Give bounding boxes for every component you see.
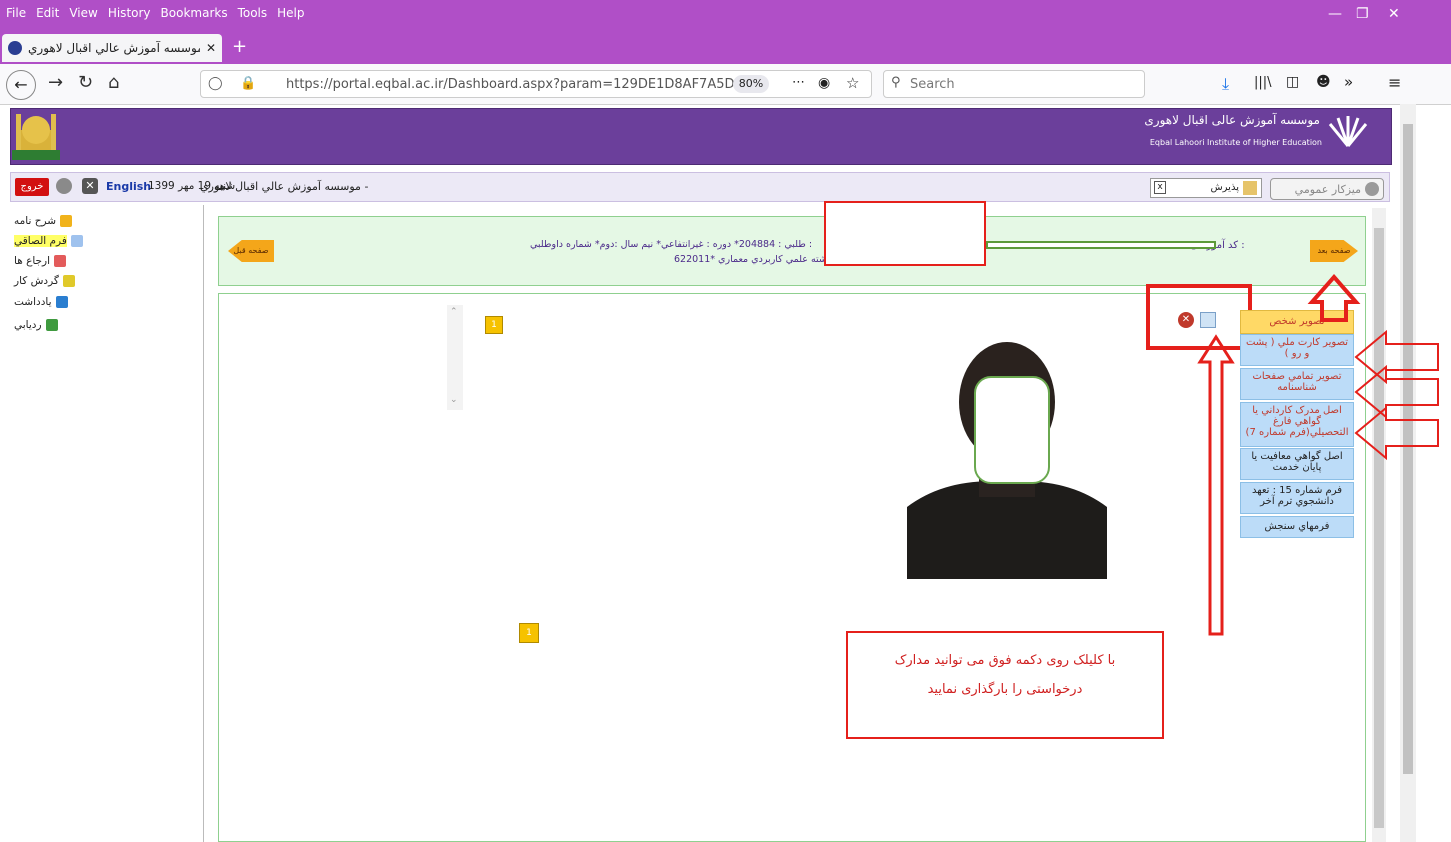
- back-button[interactable]: ←: [6, 70, 36, 100]
- nav-item-workflow[interactable]: گردش کار: [14, 272, 194, 289]
- redaction-red-box: [824, 201, 986, 266]
- maximize-button[interactable]: ❐: [1356, 6, 1369, 22]
- menu-history[interactable]: History: [108, 6, 151, 20]
- tab-title: موسسه آموزش عالي اقبال لاهوري: [28, 41, 200, 55]
- institute-name-fa: موسسه آموزش عالی اقبال لاهوری: [1144, 113, 1320, 127]
- bookmark-star-icon[interactable]: ☆: [846, 74, 859, 92]
- desk-label: ميزكار عمومي: [1294, 183, 1361, 196]
- menu-edit[interactable]: Edit: [36, 6, 59, 20]
- nav-item-tracking[interactable]: رديابي: [14, 316, 194, 333]
- forward-button[interactable]: →: [48, 72, 63, 93]
- receive-selector[interactable]: x پذيرش: [1150, 178, 1262, 198]
- download-icon[interactable]: ⤓: [1222, 74, 1229, 94]
- referrals-icon: [54, 254, 67, 267]
- tracking-icon: [45, 318, 58, 331]
- prev-page-label: صفحه قبل: [233, 246, 269, 255]
- minimize-button[interactable]: —: [1328, 6, 1342, 22]
- callout-line-1: با کلیلک روی دکمه فوق می توانید مدارک: [894, 653, 1116, 668]
- attached-forms-icon: [70, 234, 83, 247]
- annotation-arrows: [1197, 273, 1439, 636]
- site-name-label: موسسه آموزش عالي اقبال لاهوري -: [200, 180, 369, 193]
- refresh-icon[interactable]: [56, 178, 72, 194]
- page-actions-icon[interactable]: ⋯: [792, 75, 805, 90]
- desk-selector[interactable]: ميزكار عمومي: [1270, 178, 1384, 200]
- menu-file[interactable]: File: [6, 6, 26, 20]
- next-page-label: صفحه بعد: [1317, 246, 1351, 255]
- callout-line-2: درخواستی را بارگذاری نمایید: [927, 682, 1083, 697]
- nav-item-notes[interactable]: يادداشت: [14, 293, 194, 310]
- nav-item-label: شرح نامه: [14, 214, 57, 227]
- scroll-down-icon[interactable]: ⌄: [450, 395, 458, 405]
- institute-name-en: Eqbal Lahoori Institute of Higher Educat…: [1149, 138, 1322, 147]
- reload-button[interactable]: ↻: [78, 72, 93, 93]
- overflow-icon[interactable]: »: [1344, 73, 1353, 91]
- redaction-green-box: [986, 241, 1216, 249]
- nav-item-label: فرم الصاقي: [14, 234, 67, 247]
- menu-bar: File Edit View History Bookmarks Tools H…: [0, 0, 1451, 32]
- logout-button[interactable]: خروج: [15, 178, 49, 196]
- institute-logo-icon: [1326, 110, 1370, 150]
- person-photo: [907, 307, 1107, 579]
- pocket-icon[interactable]: ◉: [818, 75, 830, 91]
- new-tab-button[interactable]: +: [232, 36, 247, 57]
- notes-icon: [55, 295, 68, 308]
- menu-bookmarks[interactable]: Bookmarks: [161, 6, 228, 20]
- sidebar-icon[interactable]: ◫: [1286, 74, 1299, 90]
- menu-items: File Edit View History Bookmarks Tools H…: [6, 6, 305, 20]
- user-icon: [1365, 182, 1379, 196]
- english-link[interactable]: English: [106, 180, 151, 193]
- receive-label: پذيرش: [1210, 182, 1239, 193]
- instruction-callout: با کلیلک روی دکمه فوق می توانید مدارک در…: [846, 631, 1164, 739]
- menu-view[interactable]: View: [69, 6, 97, 20]
- nav-item-description[interactable]: شرح نامه: [14, 212, 194, 229]
- search-placeholder: Search: [910, 77, 955, 92]
- site-favicon-icon: [8, 41, 22, 55]
- page-badge[interactable]: 1: [485, 316, 503, 334]
- scroll-up-icon[interactable]: ⌃: [450, 307, 458, 317]
- shrine-logo-icon: [12, 110, 60, 160]
- close-window-button[interactable]: ✕: [1388, 6, 1400, 22]
- nav-item-label: ارجاع ها: [14, 254, 51, 267]
- menu-help[interactable]: Help: [277, 6, 304, 20]
- account-icon[interactable]: ☻: [1316, 74, 1331, 90]
- close-icon[interactable]: ✕: [82, 178, 98, 194]
- nav-item-label: گردش کار: [14, 274, 59, 287]
- zoom-indicator[interactable]: 80%: [733, 75, 769, 93]
- nav-item-attached-forms[interactable]: فرم الصاقي: [14, 232, 194, 249]
- library-icon[interactable]: |||\: [1254, 75, 1272, 90]
- search-icon: ⚲: [891, 75, 901, 90]
- url-text[interactable]: https://portal.eqbal.ac.ir/Dashboard.asp…: [286, 77, 760, 92]
- home-button[interactable]: ⌂: [108, 72, 119, 93]
- workflow-icon: [62, 274, 75, 287]
- nav-item-referrals[interactable]: ارجاع ها: [14, 252, 194, 269]
- nav-item-label: يادداشت: [14, 295, 52, 308]
- viewer-scrollbar[interactable]: ⌃ ⌄: [447, 305, 463, 410]
- lock-icon[interactable]: 🔒: [240, 76, 256, 91]
- tab-close-icon[interactable]: ✕: [206, 41, 216, 55]
- description-icon: [60, 214, 73, 227]
- clear-icon[interactable]: x: [1154, 181, 1166, 194]
- student-info-line-1: طلبي : 204884* دوره : غيرانتفاعي* نيم سا…: [530, 239, 813, 250]
- hamburger-menu-icon[interactable]: ≡: [1388, 73, 1401, 92]
- tab-active[interactable]: موسسه آموزش عالي اقبال لاهوري ✕: [2, 34, 222, 62]
- nav-item-label: رديابي: [14, 318, 42, 331]
- shield-icon[interactable]: ◯: [208, 76, 223, 91]
- menu-tools[interactable]: Tools: [238, 6, 268, 20]
- page-badge[interactable]: 1: [519, 623, 539, 643]
- receive-icon: [1243, 181, 1257, 195]
